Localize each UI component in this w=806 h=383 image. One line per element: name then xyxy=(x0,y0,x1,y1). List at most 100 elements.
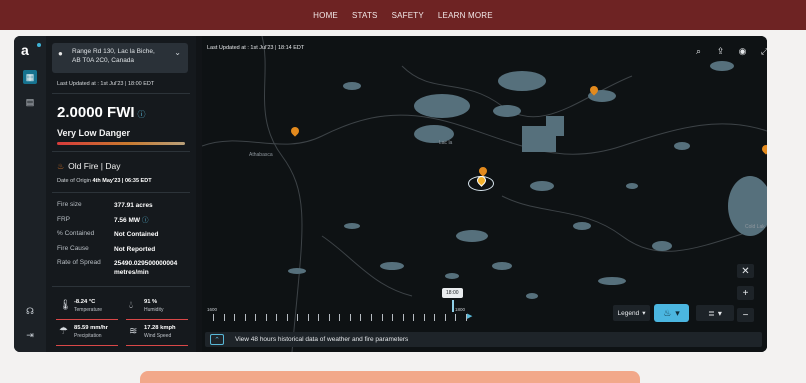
fire-details-panel: ● Range Rd 130, Lac la Biche, AB T0A 2C0… xyxy=(46,36,196,352)
support-icon[interactable]: ☊ xyxy=(23,304,37,318)
weather-humidity: 💧︎ 91 % Humidity xyxy=(126,298,190,320)
timeline-current-time: 18:00 xyxy=(442,288,463,298)
weather-wind: ≋ 17.28 kmph Wind Speed xyxy=(126,324,190,346)
precipitation-value: 85.59 mm/hr xyxy=(74,325,108,331)
stat-key: Fire Cause xyxy=(57,244,89,252)
chevron-down-icon: ▾ xyxy=(642,310,646,317)
nav-safety[interactable]: SAFETY xyxy=(392,11,424,20)
location-line-2: AB T0A 2C0, Canada xyxy=(72,57,135,64)
wind-value: 17.28 kmph xyxy=(144,325,176,331)
nav-home[interactable]: HOME xyxy=(313,11,338,20)
stat-value: Not Reported xyxy=(114,245,156,253)
humidity-value: 91 % xyxy=(144,299,158,305)
info-icon[interactable]: ⓘ xyxy=(142,217,149,224)
side-rail: a ▦ ▤ ☊ ⇥ xyxy=(14,36,46,352)
location-pin-icon: ● xyxy=(58,49,63,58)
stat-value: 7.56 MW xyxy=(114,216,141,224)
fullscreen-icon[interactable]: ⤢ xyxy=(758,45,767,58)
legend-label: Legend xyxy=(617,309,640,317)
danger-level: Very Low Danger xyxy=(57,128,131,138)
location-selector[interactable]: ● Range Rd 130, Lac la Biche, AB T0A 2C0… xyxy=(52,43,188,73)
divider xyxy=(52,192,190,193)
weather-precipitation: ☂ 85.59 mm/hr Precipitation xyxy=(56,324,120,346)
fwi-text: 2.0000 FWI xyxy=(57,104,135,121)
precipitation-underline xyxy=(56,344,118,346)
info-icon[interactable]: ⓘ xyxy=(138,110,146,119)
fire-map[interactable]: Last Updated at : 1st Jul'23 | 18:14 EDT… xyxy=(202,36,767,352)
logout-icon[interactable]: ⇥ xyxy=(23,328,37,342)
humidity-label: Humidity xyxy=(144,307,164,313)
app-window: a ▦ ▤ ☊ ⇥ ● Range Rd 130, Lac la Biche, … xyxy=(14,36,767,352)
dashboard-icon[interactable]: ▦ xyxy=(23,70,37,84)
wind-icon: ≋ xyxy=(129,326,138,337)
place-label-cold-lake: Cold Lak xyxy=(745,224,765,230)
stat-key: Rate of Spread xyxy=(57,259,101,266)
cta-banner[interactable] xyxy=(140,371,640,383)
camera-icon[interactable]: ◉ xyxy=(736,45,749,58)
chevron-down-icon: ▾ xyxy=(717,308,722,318)
place-label-athabasca: Athabasca xyxy=(249,152,273,158)
stat-value-wrap: 7.56 MW ⓘ xyxy=(114,216,149,231)
timeline-handle[interactable] xyxy=(452,300,454,312)
history-bar[interactable]: ⌃ View 48 hours historical data of weath… xyxy=(205,332,762,347)
chevron-down-icon: ▾ xyxy=(675,307,680,318)
humidity-underline xyxy=(126,318,188,320)
date-of-origin: Date of Origin 4th May'23 | 06:35 EDT xyxy=(57,178,152,184)
stat-value: Not Contained xyxy=(114,231,159,238)
chevron-up-icon[interactable]: ⌃ xyxy=(210,334,224,345)
nav-learn-more[interactable]: LEARN MORE xyxy=(438,11,493,20)
divider xyxy=(52,93,190,94)
divider xyxy=(52,286,190,287)
origin-value: 4th May'23 | 06:35 EDT xyxy=(92,178,152,184)
thermometer-icon: 🌡︎ xyxy=(59,300,72,311)
legend-button[interactable]: Legend ▾ xyxy=(613,305,650,321)
precipitation-icon: ☂ xyxy=(59,326,68,337)
share-icon[interactable]: ⇪ xyxy=(714,45,727,58)
weather-temperature: 🌡︎ -8.24 °C Temperature xyxy=(56,298,120,320)
location-line-1: Range Rd 130, Lac la Biche, xyxy=(72,48,155,55)
measure-icon[interactable]: ✕ xyxy=(737,264,754,278)
map-last-updated: Last Updated at : 1st Jul'23 | 18:14 EDT xyxy=(207,45,305,51)
danger-scale-bar xyxy=(57,142,185,145)
play-icon[interactable]: ▶ xyxy=(467,312,472,320)
temperature-underline xyxy=(56,318,118,320)
fwi-value: 2.0000 FWI ⓘ xyxy=(57,104,146,121)
wind-label: Wind Speed xyxy=(144,333,172,339)
top-navigation: HOME STATS SAFETY LEARN MORE xyxy=(0,0,806,30)
precipitation-label: Precipitation xyxy=(74,333,102,339)
zoom-in-button[interactable]: + xyxy=(737,286,754,300)
timeline-start-label: 1600 xyxy=(207,307,218,312)
panel-last-updated: Last Updated at : 1st Jul'23 | 18:00 EDT xyxy=(57,81,155,87)
fire-stats: Fire size 377.91 acres FRP 7.56 MW ⓘ % Cont… xyxy=(57,201,192,285)
map-layers-button[interactable]: ≣ ▾ xyxy=(696,305,734,321)
nav-stats[interactable]: STATS xyxy=(352,11,378,20)
stat-key: % Contained xyxy=(57,230,95,237)
humidity-icon: 💧︎ xyxy=(129,300,133,311)
fire-title: Old Fire | Day xyxy=(68,161,121,171)
zoom-out-button[interactable]: − xyxy=(737,308,754,322)
stat-value: 377.91 acres xyxy=(114,202,153,209)
fire-outline-icon: ♨ xyxy=(663,307,672,318)
stat-key: FRP xyxy=(57,215,70,223)
history-text: View 48 hours historical data of weather… xyxy=(235,336,409,343)
brand-logo: a xyxy=(21,43,41,57)
temperature-label: Temperature xyxy=(74,307,103,313)
fire-status: ♨ Old Fire | Day xyxy=(57,161,120,171)
layers-icon: ≣ xyxy=(708,308,715,318)
timeline-end-label: 1800 xyxy=(455,307,466,312)
stat-row: FRP 7.56 MW ⓘ xyxy=(57,216,192,231)
timeline-ticks xyxy=(213,314,467,322)
fire-layer-button[interactable]: ♨ ▾ xyxy=(654,304,689,322)
stat-row: Fire Cause Not Reported xyxy=(57,245,192,260)
stat-row: Fire size 377.91 acres xyxy=(57,201,192,216)
place-label-lacla: Lac la xyxy=(439,140,453,146)
fire-icon: ♨ xyxy=(57,162,65,171)
stat-row: Rate of Spread 25490.029500000004 metres/… xyxy=(57,259,192,285)
stat-row: % Contained Not Contained xyxy=(57,230,192,245)
map-toolbar: ⌕ ⇪ ◉ ⤢ xyxy=(692,45,767,58)
wind-underline xyxy=(126,344,188,346)
search-icon[interactable]: ⌕ xyxy=(692,45,705,58)
timeline-slider[interactable]: 1600 1800 ▶ xyxy=(205,307,477,321)
document-icon[interactable]: ▤ xyxy=(23,95,37,109)
chevron-down-icon[interactable]: ⌄ xyxy=(174,48,181,57)
